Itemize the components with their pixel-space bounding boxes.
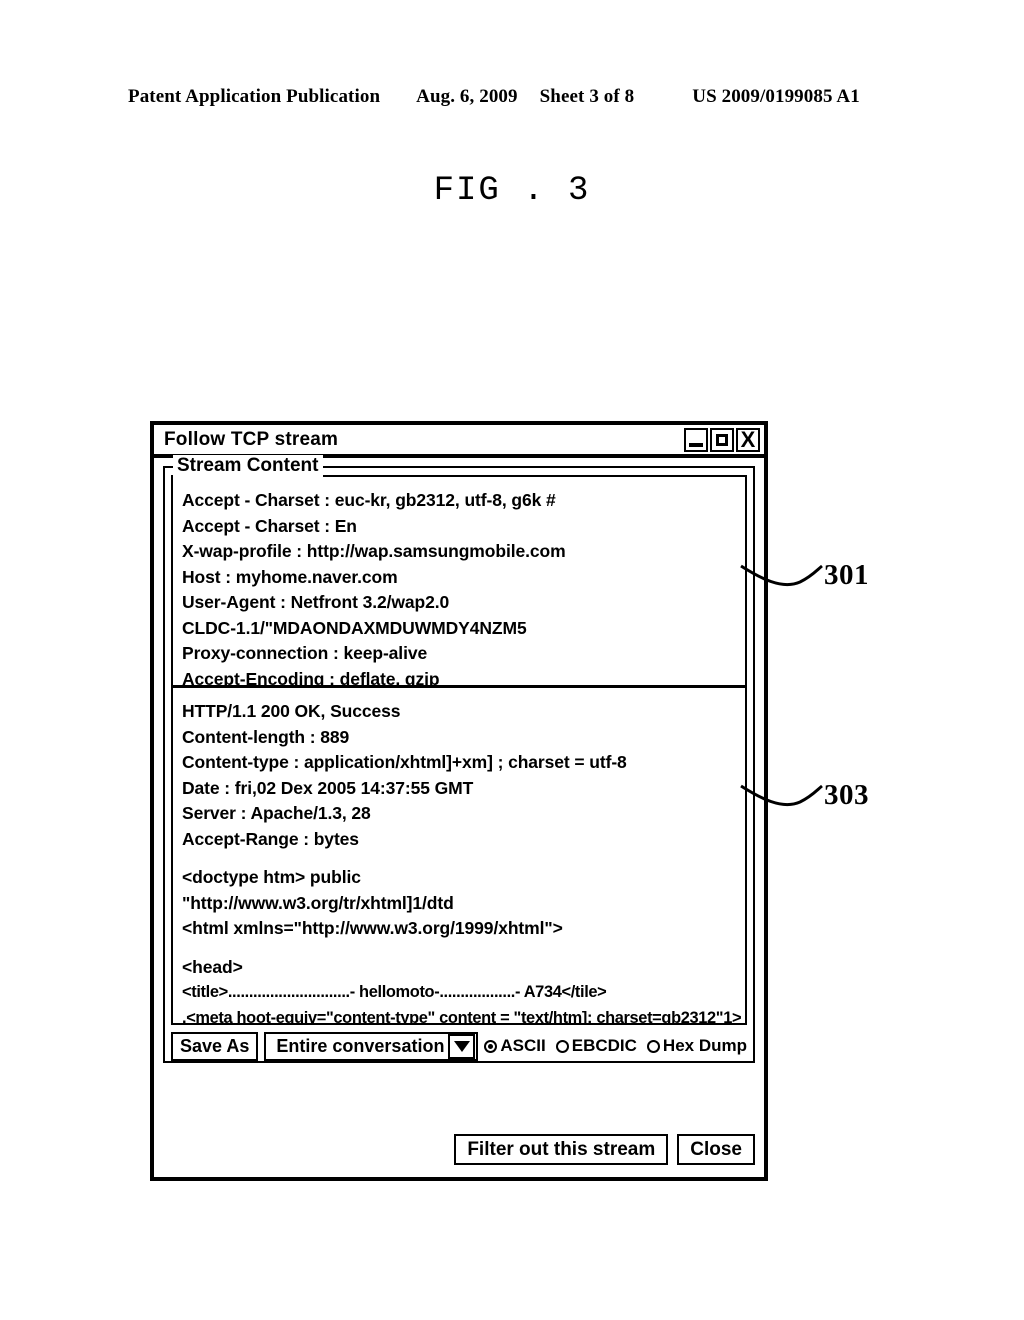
dialog-body: Stream Content Accept - Charset : euc-kr… — [154, 455, 764, 1177]
radio-ebcdic[interactable]: EBCDIC — [555, 1036, 637, 1056]
dialog-footer-buttons: Filter out this stream Close — [454, 1134, 755, 1165]
dialog-title: Follow TCP stream — [164, 428, 339, 450]
chevron-down-icon[interactable] — [448, 1033, 476, 1059]
request-line: Host : myhome.naver.com — [182, 566, 398, 587]
request-stream-pane[interactable]: Accept - Charset : euc-kr, gb2312, utf-8… — [173, 477, 745, 688]
publication-date: Aug. 6, 2009 — [416, 86, 518, 107]
response-line — [182, 942, 736, 955]
response-line: Content-type : application/xhtml]+xm] ; … — [182, 752, 627, 772]
response-line: <head> — [182, 956, 243, 977]
close-button[interactable]: Close — [677, 1134, 755, 1165]
response-line: Server : Apache/1.3, 28 — [182, 803, 371, 823]
radio-label: Hex Dump — [662, 1036, 747, 1055]
response-line: "http://www.w3.org/tr/xhtml]1/dtd — [182, 892, 454, 913]
conversation-select[interactable]: Entire conversation — [264, 1031, 479, 1061]
filter-out-this-stream-button[interactable]: Filter out this stream — [454, 1134, 669, 1165]
window-controls: X — [684, 427, 760, 452]
response-line: Date : fri,02 Dex 2005 14:37:55 GMT — [182, 777, 474, 798]
request-line: Proxy-connection : keep-alive — [182, 643, 428, 663]
stream-controls-row: Save As Entire conversation ASCII EBCDIC H… — [171, 1031, 747, 1061]
response-line — [182, 852, 736, 865]
encoding-radio-group: ASCII EBCDIC Hex Dump — [484, 1036, 747, 1056]
patent-page-header: Patent Application Publication Aug. 6, 2… — [128, 86, 896, 112]
follow-tcp-stream-dialog: Follow TCP stream X Stream Content Accep… — [150, 421, 768, 1181]
request-line: Accept - Charset : En — [182, 515, 357, 536]
save-as-button[interactable]: Save As — [171, 1031, 259, 1061]
request-line: CLDC-1.1/"MDAONDAXMDUWMDY4NZM5 — [182, 617, 527, 638]
request-line: X-wap-profile : http://wap.samsungmobile… — [182, 541, 566, 561]
response-line: <title>.............................- he… — [182, 983, 607, 1001]
stream-content-panes[interactable]: Accept - Charset : euc-kr, gb2312, utf-8… — [171, 475, 747, 1025]
response-line: .<meta hoot-equiv="content-type" content… — [182, 1008, 742, 1024]
request-line: Accept - Charset : euc-kr, gb2312, utf-8… — [182, 490, 556, 510]
response-line: Content-length : 889 — [182, 726, 350, 747]
stream-content-legend: Stream Content — [173, 455, 324, 477]
maximize-icon[interactable] — [710, 427, 734, 452]
conversation-select-value: Entire conversation — [276, 1035, 445, 1056]
radio-ascii[interactable]: ASCII — [484, 1036, 546, 1056]
radio-label: EBCDIC — [571, 1036, 637, 1055]
patent-number: US 2009/0199085 A1 — [692, 86, 860, 107]
stream-content-groupbox: Stream Content Accept - Charset : euc-kr… — [163, 455, 755, 1063]
response-line: Accept-Range : bytes — [182, 828, 359, 849]
response-line: <html xmlns="http://www.w3.org/1999/xhtm… — [182, 918, 563, 938]
radio-mark-icon[interactable] — [555, 1039, 569, 1053]
sheet-number: Sheet 3 of 8 — [539, 86, 635, 107]
request-line: User-Agent : Netfront 3.2/wap2.0 — [182, 592, 450, 612]
minimize-icon[interactable] — [684, 427, 708, 452]
reference-number-303: 303 — [824, 779, 869, 811]
radio-label: ASCII — [500, 1036, 546, 1055]
dialog-title-bar: Follow TCP stream X — [154, 425, 764, 458]
radio-mark-icon[interactable] — [646, 1039, 660, 1053]
response-line: <doctype htm> public — [182, 867, 361, 887]
radio-hex-dump[interactable]: Hex Dump — [646, 1036, 747, 1056]
reference-number-301: 301 — [824, 559, 869, 591]
response-line: HTTP/1.1 200 OK, Success — [182, 701, 401, 721]
close-icon[interactable]: X — [736, 427, 760, 452]
figure-caption: FIG . 3 — [433, 172, 591, 210]
radio-mark-icon[interactable] — [484, 1039, 498, 1053]
request-line: Accept-Encoding : deflate, gzip — [182, 668, 440, 688]
response-stream-pane[interactable]: HTTP/1.1 200 OK, Success Content-length :… — [173, 688, 745, 1023]
publication-label: Patent Application Publication — [128, 86, 381, 107]
